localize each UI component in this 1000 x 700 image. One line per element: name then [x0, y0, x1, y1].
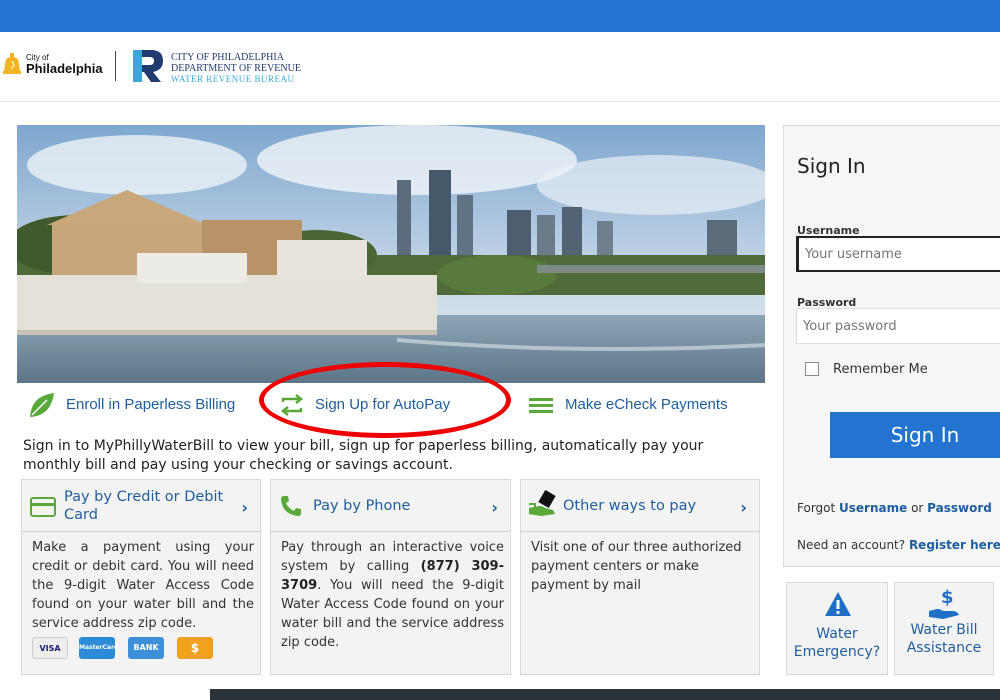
department-wordmark: CITY OF PHILADELPHIA DEPARTMENT OF REVEN… — [171, 52, 301, 85]
intro-text: Sign in to MyPhillyWaterBill to view you… — [23, 438, 704, 473]
bank-icon: BANK — [128, 637, 164, 659]
hand-dollar-icon: $ — [929, 587, 959, 619]
city-of-philadelphia-logo[interactable]: City of Philadelphia — [2, 50, 112, 82]
remember-me-checkbox[interactable] — [805, 362, 819, 376]
water-bill-assistance-label: Water Bill Assistance — [906, 622, 982, 656]
quick-actions: Enroll in Paperless Billing Sign Up for … — [17, 390, 765, 426]
leaf-icon — [30, 393, 54, 417]
site-header: City of Philadelphia CITY OF PHILADELPHI… — [0, 32, 1000, 102]
revenue-r-logo-icon — [133, 50, 163, 82]
dept-line-3: WATER REVENUE BUREAU — [171, 74, 295, 84]
register-link[interactable]: Register here — [909, 538, 1000, 552]
chevron-right-icon: › — [740, 498, 747, 517]
chevron-right-icon: › — [491, 498, 498, 517]
mastercard-icon: MasterCard — [79, 637, 118, 659]
hero-image-philadelphia-skyline — [17, 125, 765, 383]
forgot-prefix: Forgot — [797, 501, 840, 515]
logo-divider — [115, 51, 116, 81]
forgot-or: or — [907, 501, 928, 515]
phone-icon — [281, 496, 301, 516]
cash-icon: $ — [177, 637, 213, 659]
pay-by-phone-panel: Pay by Phone › Pay through an interactiv… — [270, 479, 511, 675]
forgot-credentials: Forgot Username or Password — [797, 501, 992, 515]
menu-lines-icon — [529, 398, 553, 413]
pay-by-card-header[interactable]: Pay by Credit or Debit Card › — [22, 480, 260, 532]
hand-money-icon — [529, 490, 556, 516]
sign-in-title: Sign In — [797, 154, 866, 178]
other-ways-description: Visit one of our three authorized paymen… — [531, 540, 742, 593]
water-emergency-label: Water Emergency? — [793, 626, 881, 660]
city-name-text: Philadelphia — [26, 61, 103, 76]
other-ways-header[interactable]: Other ways to pay › — [521, 480, 759, 532]
sign-in-panel: Sign In Username Password Remember Me Si… — [783, 125, 1000, 567]
water-emergency-tile[interactable]: Water Emergency? — [786, 582, 888, 675]
taskbar-strip — [210, 689, 1000, 700]
echeck-label: Make eCheck Payments — [565, 396, 728, 413]
need-account-text: Need an account? — [797, 538, 909, 552]
other-ways-title: Other ways to pay — [563, 498, 697, 514]
pay-by-card-title: Pay by Credit or Debit Card — [64, 489, 224, 523]
dept-line-1: CITY OF PHILADELPHIA — [171, 52, 284, 63]
warning-triangle-icon — [825, 592, 851, 616]
pay-by-phone-header[interactable]: Pay by Phone › — [271, 480, 510, 532]
password-input[interactable] — [796, 308, 1000, 344]
water-bill-assistance-tile[interactable]: $ Water Bill Assistance — [894, 582, 994, 675]
username-input[interactable] — [796, 236, 1000, 272]
repeat-arrows-icon — [280, 394, 304, 416]
paperless-billing-label: Enroll in Paperless Billing — [66, 396, 236, 413]
remember-me-label: Remember Me — [833, 362, 928, 377]
dept-line-2: DEPARTMENT OF REVENUE — [171, 63, 301, 74]
svg-text:$: $ — [941, 587, 954, 608]
pay-by-phone-title: Pay by Phone — [313, 498, 411, 514]
register-prompt: Need an account? Register here — [797, 538, 1000, 552]
sign-in-button[interactable]: Sign In — [830, 412, 1000, 458]
liberty-bell-icon — [3, 53, 21, 74]
autopay-label: Sign Up for AutoPay — [315, 396, 451, 413]
other-ways-panel: Other ways to pay › Visit one of our thr… — [520, 479, 760, 675]
forgot-password-link[interactable]: Password — [927, 501, 992, 515]
visa-icon: VISA — [32, 637, 68, 659]
pay-by-card-panel: Pay by Credit or Debit Card › Make a pay… — [21, 479, 261, 675]
credit-card-icon — [30, 497, 56, 517]
forgot-username-link[interactable]: Username — [839, 501, 907, 515]
pay-by-card-description: Make a payment using your credit or debi… — [32, 540, 254, 631]
pay-by-phone-description: Pay through an interactive voice system … — [281, 538, 504, 652]
chevron-right-icon: › — [241, 498, 248, 517]
top-bar — [0, 0, 1000, 32]
